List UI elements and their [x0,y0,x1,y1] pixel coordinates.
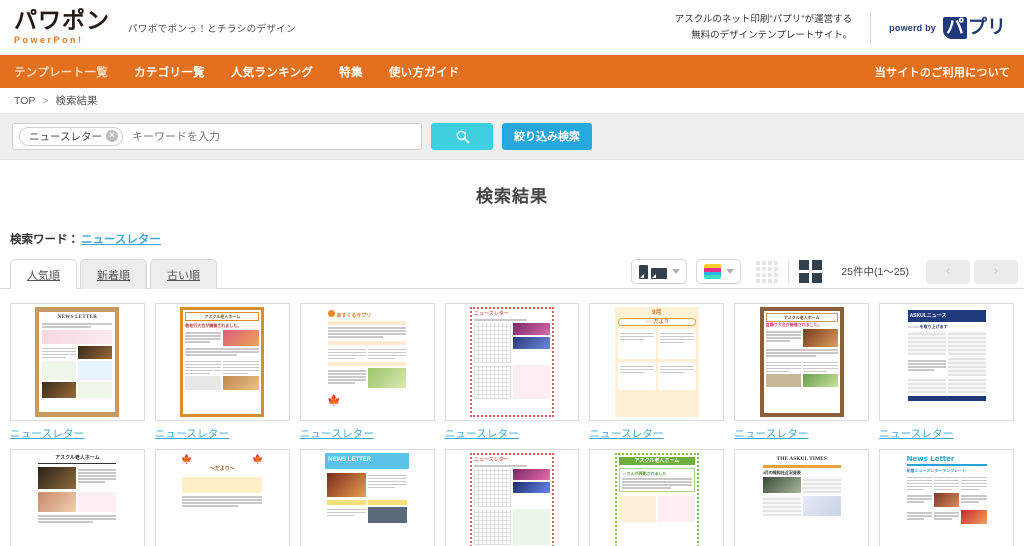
search-input-placeholder: キーワードを入力 [131,131,220,143]
breadcrumb-current: 検索結果 [55,95,98,107]
tab-newest[interactable]: 新着順 [80,259,147,289]
orientation-filter-dropdown[interactable] [631,259,688,284]
pagination: ‹ › [926,259,1018,284]
template-card[interactable]: THE ASKUL TIMES 4月の報知社近況発表 ニュースレター [734,449,870,546]
template-thumbnail[interactable]: News Letter 新着ニュースレターテンプレート [879,449,1014,546]
orientation-icon [639,264,668,279]
template-thumbnail[interactable]: 9月 ○○○だより [589,303,725,421]
template-card[interactable]: 🍁 🍁 ～だより～ 🍁 🍁 ニュースレター [154,449,290,546]
toolbar-divider [788,260,790,283]
search-button[interactable] [431,122,493,150]
nav-item-feature[interactable]: 特集 [339,64,363,80]
template-label[interactable]: ニュースレター [300,426,435,441]
search-word-label: 検索ワード： [10,234,79,246]
view-toggles [750,260,826,283]
main-navigation: テンプレート一覧 カテゴリ一覧 人気ランキング 特集 使い方ガイド 当サイトのご… [0,55,1024,88]
template-label[interactable]: ニュースレター [445,426,580,441]
template-label[interactable]: ニュースレター [155,426,290,441]
chevron-down-icon [672,269,681,274]
grid-small-icon[interactable] [756,260,779,283]
search-bar: ニュースレター ✕ キーワードを入力 絞り込み検索 [0,113,1024,160]
papuri-logo: パ プリ [942,16,1006,39]
template-card[interactable]: ニュースレター ニュースレター [444,303,580,441]
logo-main-text: パワポン [14,8,110,34]
color-icon [704,264,722,279]
grid-large-icon[interactable] [799,260,823,283]
template-card[interactable]: 9月 ○○○だより ニュースレター [589,303,725,441]
template-card[interactable]: NEWS LETTER ニュースレター [10,303,145,441]
template-card[interactable]: アスクル老人ホーム 敬老行大会が開催されました。 ニュースレター [154,303,290,441]
template-card[interactable]: アスクル老人ホーム ニュースレター [10,449,145,546]
template-thumbnail[interactable]: 🍁 🍁 ～だより～ 🍁 🍁 [154,449,290,546]
toolbar-right: 25件中(1〜25) ‹ › [631,259,1018,288]
template-card[interactable]: ニュースレター ニュースレター [444,449,580,546]
tab-oldest[interactable]: 古い順 [150,259,217,289]
tab-popular[interactable]: 人気順 [10,259,77,289]
template-thumbnail[interactable]: アスクル老人ホーム [10,449,145,546]
template-thumbnail[interactable]: ニュースレター [444,449,580,546]
refine-search-button[interactable]: 絞り込み検索 [502,122,592,150]
keyword-tag[interactable]: ニュースレター ✕ [19,126,123,146]
nav-item-ranking[interactable]: 人気ランキング [231,64,313,80]
prev-page-button[interactable]: ‹ [926,259,970,284]
template-label[interactable]: ニュースレター [879,426,1014,441]
nav-item-categories[interactable]: カテゴリ一覧 [134,64,205,80]
next-page-button[interactable]: › [974,259,1018,284]
papuri-text: プリ [967,17,1006,38]
header-description: アスクルのネット印刷"パプリ"が運営する 無料のデザインテンプレートサイト。 [675,12,870,42]
nav-item-guide[interactable]: 使い方ガイド [389,64,460,80]
template-thumbnail[interactable]: ASKULニュース ○○○○○を取り上げます [879,303,1014,421]
template-card[interactable]: あすくるサプリ 🍁 ニュースレター [299,303,435,441]
keyword-tag-label: ニュースレター [29,130,102,143]
papuri-badge: パ [942,16,967,39]
search-word-row: 検索ワード： ニュースレター [0,207,1024,247]
breadcrumb-home[interactable]: TOP [14,95,35,107]
template-thumbnail[interactable]: NEWS LETTER [10,303,145,421]
header-description-line1: アスクルのネット印刷"パプリ"が運営する [674,14,853,26]
tab-popular-label: 人気順 [27,270,60,282]
template-card[interactable]: アスクル老人ホーム ○○さんが表彰されました ニュースレター [589,449,725,546]
template-thumbnail[interactable]: アスクル老人ホーム 敬老行大会が開催されました。 [154,303,290,421]
close-icon[interactable]: ✕ [105,130,118,142]
tab-newest-label: 新着順 [97,270,130,282]
sort-tabs: 人気順 新着順 古い順 [10,258,217,289]
template-card[interactable]: News Letter 新着ニュースレターテンプレート [879,449,1014,546]
logo-sub-text: PowerPon! [14,35,84,45]
site-tagline: パワポでポンっ！とチラシのデザイン [128,23,297,35]
template-label[interactable]: ニュースレター [10,426,145,441]
nav-item-terms[interactable]: 当サイトのご利用について [875,64,1010,80]
template-card[interactable]: アスクル老人ホーム 盆踊り大会が開催されました。 ニュースレター [734,303,870,441]
site-logo[interactable]: パワポン PowerPon! [14,10,110,45]
template-thumbnail[interactable]: ニュースレター [444,303,580,421]
template-card[interactable]: ASKULニュース ○○○○○を取り上げます ニュースレター [879,303,1014,441]
header-right: アスクルのネット印刷"パプリ"が運営する 無料のデザインテンプレートサイト。 p… [675,10,1006,45]
result-count: 25件中(1〜25) [841,266,909,278]
breadcrumb-separator: > [42,94,49,107]
template-label[interactable]: ニュースレター [734,426,869,441]
powerd-by-block[interactable]: powerd by パ プリ [871,16,1006,39]
color-filter-dropdown[interactable] [696,259,742,284]
site-header: パワポン PowerPon! パワポでポンっ！とチラシのデザイン アスクルのネッ… [0,0,1024,55]
nav-item-templates[interactable]: テンプレート一覧 [14,64,108,80]
template-card[interactable]: NEWS LETTER ニュースレター [299,449,435,546]
results-grid: NEWS LETTER ニュースレター アスクル老人ホーム 敬老行大会が開催され… [0,289,1024,546]
page-title: 検索結果 [476,187,548,206]
powerd-by-label: powerd by [889,22,936,33]
search-word-link[interactable]: ニュースレター [81,234,161,246]
results-toolbar: 人気順 新着順 古い順 25件中(1〜25) ‹ › [0,257,1024,289]
template-label[interactable]: ニュースレター [589,426,724,441]
breadcrumb: TOP > 検索結果 [0,88,1024,113]
template-thumbnail[interactable]: あすくるサプリ 🍁 [299,303,435,421]
template-thumbnail[interactable]: アスクル老人ホーム 盆踊り大会が開催されました。 [734,303,870,421]
template-thumbnail[interactable]: THE ASKUL TIMES 4月の報知社近況発表 [734,449,870,546]
search-input[interactable]: ニュースレター ✕ キーワードを入力 [12,122,422,150]
template-thumbnail[interactable]: NEWS LETTER [299,449,435,546]
chevron-down-icon [726,269,735,274]
search-icon [455,129,470,144]
template-thumbnail[interactable]: アスクル老人ホーム ○○さんが表彰されました [589,449,725,546]
header-description-line2: 無料のデザインテンプレートサイト。 [691,29,853,41]
tab-oldest-label: 古い順 [167,270,200,282]
